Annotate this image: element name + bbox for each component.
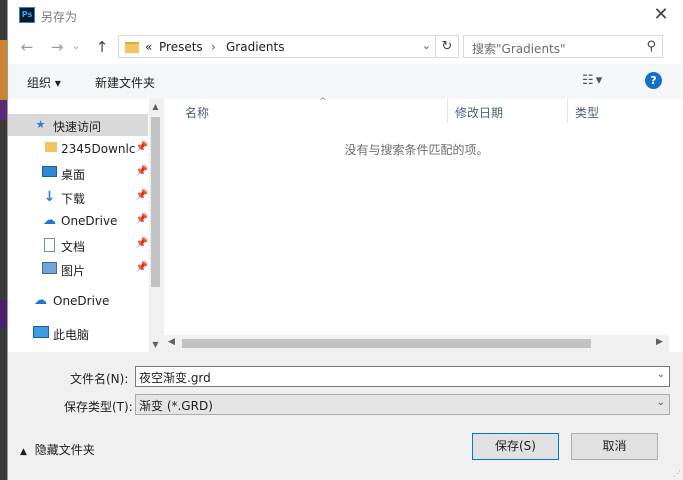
breadcrumb-separator[interactable]: ›: [211, 40, 216, 54]
folder-icon: [43, 142, 58, 156]
resize-grip-icon[interactable]: ⋰: [673, 469, 681, 478]
column-header-type[interactable]: 类型: [567, 99, 667, 123]
file-type-select[interactable]: 渐变 (*.GRD) ⌄: [135, 394, 670, 415]
filename-value[interactable]: 夜空渐变.grd: [139, 369, 211, 386]
sidebar-item-label: OneDrive: [61, 214, 118, 228]
close-button[interactable]: ✕: [638, 0, 683, 31]
empty-results-message: 没有与搜索条件匹配的项。: [344, 143, 489, 157]
sidebar-item-onedrive-pinned[interactable]: ☁ OneDrive 📌: [8, 210, 148, 232]
cancel-button[interactable]: 取消: [571, 433, 658, 460]
pictures-icon: [42, 262, 57, 276]
pin-icon[interactable]: 📌: [136, 238, 148, 249]
pin-icon[interactable]: 📌: [136, 214, 148, 225]
chevron-down-icon[interactable]: ⌄: [657, 369, 665, 380]
back-arrow-icon[interactable]: ←: [16, 37, 38, 57]
scrollbar-thumb[interactable]: [151, 117, 160, 287]
download-icon: ↓: [43, 189, 56, 205]
chevron-down-icon[interactable]: ⌄: [657, 397, 665, 408]
file-list: ^ 名称 修改日期 类型 没有与搜索条件匹配的项。 ◀ ▶: [164, 97, 683, 352]
save-as-dialog: Ps 另存为 ✕ ← → ⌄ ↑ « Presets › Gradients ⌄…: [7, 0, 683, 480]
column-header-label: 名称: [185, 106, 210, 120]
title-bar: Ps 另存为 ✕: [8, 0, 683, 31]
star-icon: ★: [35, 118, 46, 131]
up-arrow-icon[interactable]: ↑: [91, 37, 113, 57]
sidebar-item-desktop[interactable]: 桌面 📌: [8, 162, 148, 184]
help-icon[interactable]: ?: [645, 72, 662, 89]
sidebar-item-label: 文档: [61, 240, 86, 254]
scroll-down-arrow-icon[interactable]: ▼: [149, 340, 162, 349]
scroll-left-arrow-icon[interactable]: ◀: [168, 337, 175, 347]
breadcrumb-overflow[interactable]: «: [145, 40, 152, 54]
navigation-pane: ★ 快速访问 2345Downlc 📌 桌面 📌 ↓ 下载 📌 ☁ OneDri…: [8, 99, 162, 352]
sidebar-item-quick-access[interactable]: ★ 快速访问: [8, 114, 148, 136]
new-folder-button[interactable]: 新建文件夹: [95, 74, 155, 91]
recent-locations-chevron-icon[interactable]: ⌄: [68, 37, 84, 57]
pin-icon[interactable]: 📌: [136, 262, 148, 273]
sidebar-item-label: 快速访问: [53, 120, 102, 134]
command-bar: 组织 ▾ 新建文件夹 ☷ ▾ ?: [8, 64, 683, 99]
save-button[interactable]: 保存(S): [472, 433, 559, 460]
chevron-up-icon: ▲: [20, 447, 27, 457]
file-type-value: 渐变 (*.GRD): [139, 399, 213, 413]
hide-folders-toggle[interactable]: ▲ 隐藏文件夹: [20, 441, 95, 458]
sidebar-item-label: OneDrive: [53, 294, 110, 308]
sort-ascending-icon: ^: [319, 97, 327, 107]
breadcrumb-presets[interactable]: Presets: [159, 40, 203, 54]
sidebar-item-label: 图片: [61, 264, 86, 278]
file-type-label: 保存类型(T):: [64, 400, 133, 414]
organize-menu[interactable]: 组织 ▾: [27, 74, 61, 91]
sidebar-item-this-pc[interactable]: 此电脑: [8, 322, 148, 344]
hide-folders-label: 隐藏文件夹: [34, 443, 95, 457]
folder-icon: [125, 42, 139, 53]
search-input[interactable]: 搜索"Gradients": [472, 40, 566, 57]
sidebar-item-label: 桌面: [61, 168, 86, 182]
navigation-bar: ← → ⌄ ↑ « Presets › Gradients ⌄ ↻ 搜索"Gra…: [8, 31, 683, 64]
sidebar-scrollbar[interactable]: ▲ ▼: [149, 99, 162, 352]
desktop-icon: [42, 166, 57, 180]
search-box[interactable]: 搜索"Gradients" ⚲: [463, 35, 663, 58]
sidebar-item-2345downloads[interactable]: 2345Downlc 📌: [8, 138, 148, 160]
computer-icon: [33, 326, 49, 340]
cloud-icon: ☁: [43, 213, 56, 228]
sidebar-item-downloads[interactable]: ↓ 下载 📌: [8, 186, 148, 208]
address-bar[interactable]: « Presets › Gradients ⌄ ↻: [118, 35, 459, 58]
view-options-icon[interactable]: ☷ ▾: [582, 73, 602, 88]
column-header-label: 类型: [575, 106, 600, 120]
sidebar-item-label: 2345Downlc: [61, 142, 136, 156]
address-dropdown-icon[interactable]: ⌄: [422, 39, 431, 52]
filename-field[interactable]: 夜空渐变.grd ⌄: [135, 366, 670, 387]
pin-icon[interactable]: 📌: [136, 166, 148, 177]
column-header-name[interactable]: ^ 名称: [177, 97, 447, 123]
pin-icon[interactable]: 📌: [136, 190, 148, 201]
sidebar-item-label: 下载: [61, 192, 86, 206]
sidebar-item-pictures[interactable]: 图片 📌: [8, 258, 148, 280]
photoshop-app-icon: Ps: [19, 7, 35, 23]
sidebar-item-documents[interactable]: 文档 📌: [8, 234, 148, 256]
scroll-up-arrow-icon[interactable]: ▲: [149, 102, 162, 111]
search-icon[interactable]: ⚲: [646, 39, 656, 54]
scroll-right-arrow-icon[interactable]: ▶: [656, 337, 663, 347]
window-title: 另存为: [41, 10, 78, 24]
forward-arrow-icon[interactable]: →: [46, 37, 68, 57]
cloud-icon: ☁: [34, 293, 47, 308]
column-header-modified[interactable]: 修改日期: [447, 99, 567, 123]
filename-label: 文件名(N):: [70, 372, 129, 386]
column-header-label: 修改日期: [455, 106, 504, 120]
sidebar-item-label: 此电脑: [53, 328, 90, 342]
breadcrumb-gradients[interactable]: Gradients: [226, 40, 284, 54]
horizontal-scrollbar[interactable]: ◀ ▶: [164, 335, 669, 352]
refresh-icon[interactable]: ↻: [435, 36, 458, 57]
scrollbar-thumb[interactable]: [182, 339, 591, 348]
sidebar-item-onedrive[interactable]: ☁ OneDrive: [8, 290, 148, 312]
document-icon: [42, 238, 57, 252]
pin-icon[interactable]: 📌: [136, 142, 148, 153]
